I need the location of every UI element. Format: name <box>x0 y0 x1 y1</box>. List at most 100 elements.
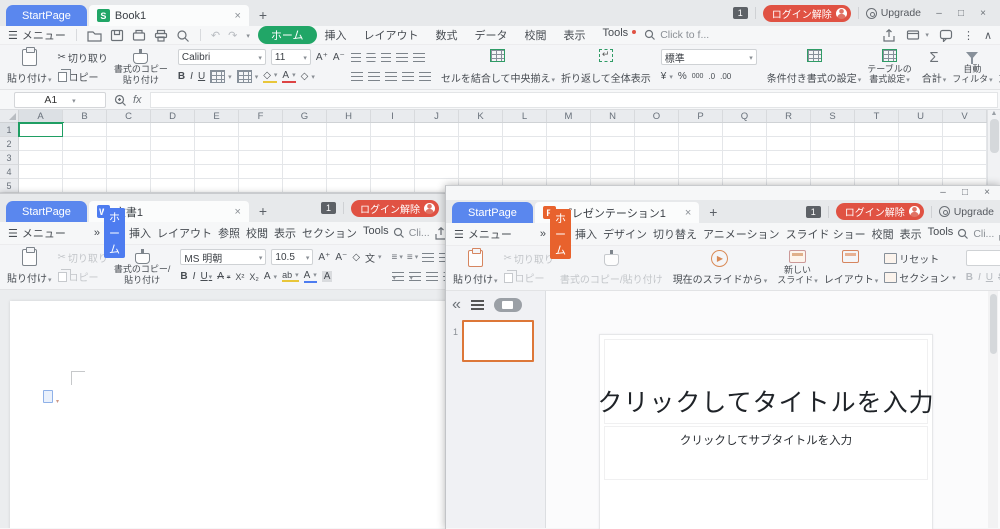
cut-button[interactable]: ✂ 切り取り <box>58 249 108 266</box>
cell-G4[interactable] <box>283 165 327 179</box>
text-effects-button[interactable]: A <box>264 271 277 282</box>
cell-H5[interactable] <box>327 179 371 193</box>
slide-canvas[interactable]: クリックしてタイトルを入力 クリックしてサブタイトルを入力 <box>599 334 933 529</box>
font-name-select[interactable] <box>966 250 1000 266</box>
writer-menu-4[interactable]: 表示 <box>274 225 296 241</box>
sheet-search[interactable]: Click to f... <box>644 29 709 41</box>
italic-button[interactable]: I <box>978 272 981 283</box>
sheet-menu-3[interactable]: データ <box>475 27 508 43</box>
cell-M1[interactable] <box>547 123 591 137</box>
cell-V1[interactable] <box>943 123 987 137</box>
underline-button[interactable]: U <box>198 71 205 82</box>
reset-button[interactable]: リセット <box>884 250 939 267</box>
strikethrough-button[interactable]: A <box>217 271 230 282</box>
col-header-Q[interactable]: Q <box>723 110 767 122</box>
presentation-menu-6[interactable]: 表示 <box>900 226 922 242</box>
bold-button[interactable]: B <box>966 272 973 283</box>
cell-O4[interactable] <box>635 165 679 179</box>
wrap-text-button[interactable]: 折り返して全体表示 <box>558 47 654 87</box>
print-preview-icon[interactable] <box>176 29 190 42</box>
cell-T2[interactable] <box>855 137 899 151</box>
phonetic-guide-button[interactable]: 文 <box>365 250 382 265</box>
play-from-current-button[interactable]: ▶ 現在のスライドから <box>670 248 771 288</box>
percent-button[interactable]: % <box>678 71 687 82</box>
decrease-decimal-button[interactable]: .00 <box>720 72 731 81</box>
italic-button[interactable]: I <box>190 71 193 82</box>
cell-L1[interactable] <box>503 123 547 137</box>
row-header-1[interactable]: 1 <box>0 123 19 137</box>
collapse-ribbon-icon[interactable]: ∧ <box>984 29 992 42</box>
cell-B2[interactable] <box>63 137 107 151</box>
cell-B5[interactable] <box>63 179 107 193</box>
cell-Q2[interactable] <box>723 137 767 151</box>
font-name-select[interactable]: MS 明朝 <box>180 249 266 265</box>
cell-K2[interactable] <box>459 137 503 151</box>
section-button[interactable]: セクション <box>884 270 956 287</box>
cell-U1[interactable] <box>899 123 943 137</box>
cell-V3[interactable] <box>943 151 987 165</box>
cell-J4[interactable] <box>415 165 459 179</box>
cell-O2[interactable] <box>635 137 679 151</box>
font-color-button[interactable]: A <box>282 71 295 83</box>
presentation-menu-5[interactable]: 校閲 <box>872 226 894 242</box>
writer-menu-0[interactable]: 挿入 <box>129 225 151 241</box>
stage-scrollbar[interactable] <box>988 291 998 528</box>
row-header-4[interactable]: 4 <box>0 165 19 179</box>
clear-format-button[interactable]: ◇ <box>352 252 360 263</box>
main-menu-button[interactable]: ☰ メニュー <box>8 27 66 43</box>
col-header-D[interactable]: D <box>151 110 195 122</box>
cell-D4[interactable] <box>151 165 195 179</box>
cell-U3[interactable] <box>899 151 943 165</box>
currency-button[interactable]: ¥ <box>661 71 673 82</box>
history-dropdown[interactable] <box>245 29 250 41</box>
select-all-corner[interactable] <box>0 110 19 122</box>
cell-Q4[interactable] <box>723 165 767 179</box>
cell-E4[interactable] <box>195 165 239 179</box>
paste-button[interactable]: 貼り付け <box>4 247 55 287</box>
cell-L3[interactable] <box>503 151 547 165</box>
slide-thumbnail[interactable] <box>462 320 534 362</box>
cell-C2[interactable] <box>107 137 151 151</box>
conditional-format-button[interactable]: 条件付き書式の設定 <box>764 47 865 87</box>
increase-decimal-button[interactable]: .0 <box>708 72 715 81</box>
cell-D5[interactable] <box>151 179 195 193</box>
presentation-menu-0[interactable]: 挿入 <box>575 226 597 242</box>
layout-button[interactable]: レイアウト <box>821 248 882 288</box>
login-release-button[interactable]: ログイン解除 <box>763 5 851 22</box>
cell-T4[interactable] <box>855 165 899 179</box>
writer-search[interactable]: Cli... <box>393 227 430 239</box>
save-icon[interactable] <box>110 29 124 42</box>
decrease-font-button[interactable]: A⁻ <box>335 252 347 263</box>
cell-H4[interactable] <box>327 165 371 179</box>
cell-J2[interactable] <box>415 137 459 151</box>
cell-I5[interactable] <box>371 179 415 193</box>
new-tab-button[interactable]: + <box>699 204 727 223</box>
cell-A2[interactable] <box>19 137 63 151</box>
sheet-menu-0[interactable]: 挿入 <box>325 27 347 43</box>
cell-E2[interactable] <box>195 137 239 151</box>
formula-input[interactable] <box>150 92 998 108</box>
comment-icon[interactable] <box>939 29 953 42</box>
cell-C5[interactable] <box>107 179 151 193</box>
italic-button[interactable]: I <box>193 271 196 282</box>
col-header-K[interactable]: K <box>459 110 503 122</box>
distribute-button[interactable] <box>419 72 431 81</box>
cell-M4[interactable] <box>547 165 591 179</box>
toolbar-overflow-icon[interactable]: » <box>540 228 546 240</box>
highlight-button[interactable]: ab <box>282 271 299 282</box>
format-painter-button[interactable]: 書式のコピー/貼り付け <box>557 248 666 288</box>
col-header-J[interactable]: J <box>415 110 459 122</box>
col-header-O[interactable]: O <box>635 110 679 122</box>
cell-M3[interactable] <box>547 151 591 165</box>
align-right-button[interactable] <box>385 72 397 81</box>
align-center-button[interactable] <box>368 72 380 81</box>
decrease-font-button[interactable]: A⁻ <box>333 52 345 63</box>
cell-D3[interactable] <box>151 151 195 165</box>
align-left-button[interactable] <box>351 72 363 81</box>
cell-K3[interactable] <box>459 151 503 165</box>
cell-J3[interactable] <box>415 151 459 165</box>
draw-border-button[interactable] <box>237 70 259 83</box>
underline-button[interactable]: U <box>986 272 993 283</box>
subtitle-placeholder[interactable]: クリックしてサブタイトルを入力 <box>604 426 928 480</box>
font-color-button[interactable]: A <box>304 271 317 283</box>
